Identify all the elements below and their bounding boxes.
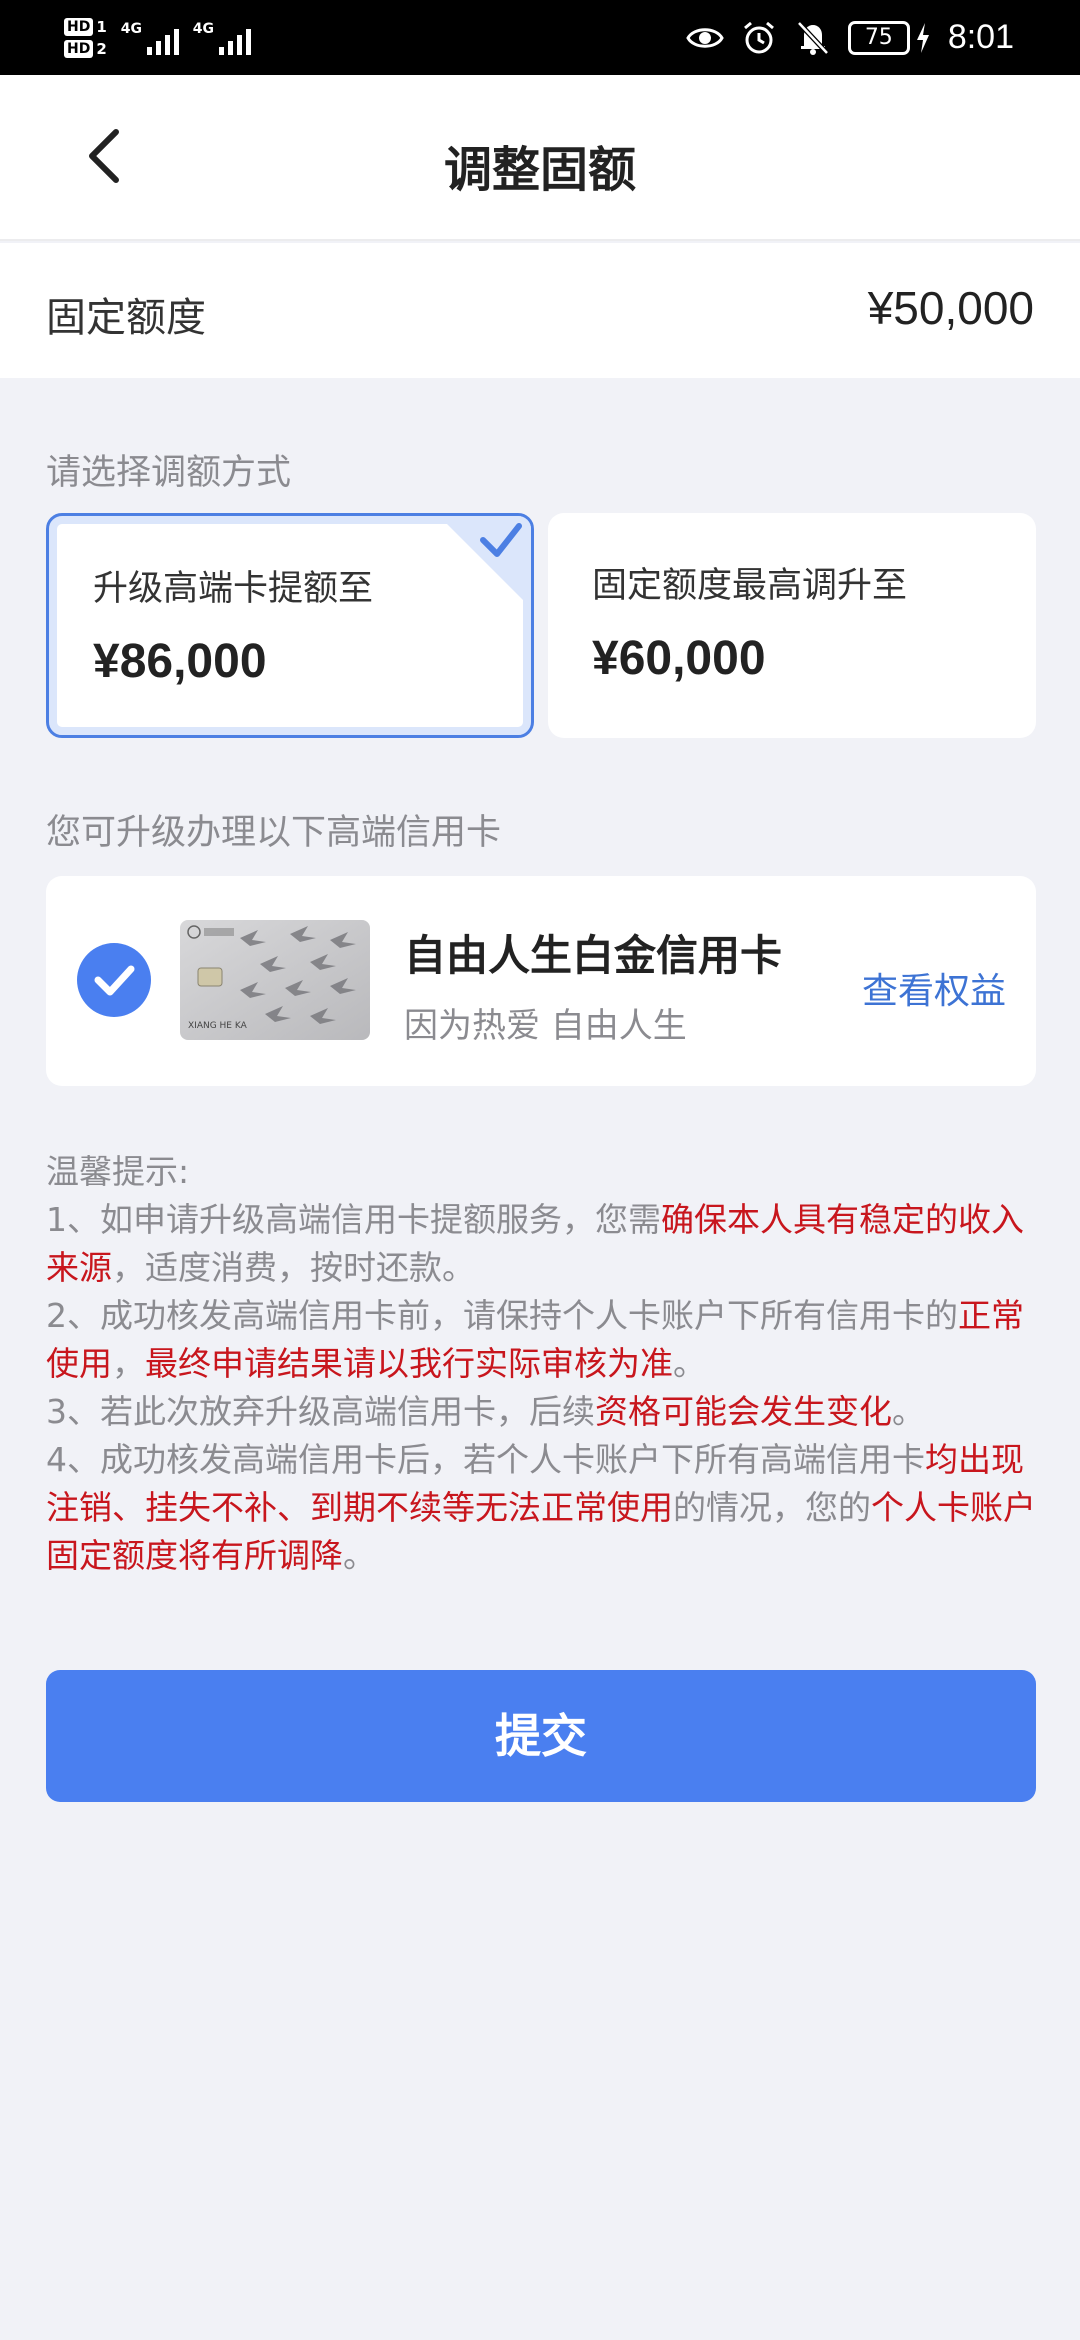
- charging-icon: [914, 19, 932, 57]
- fixed-limit-value: ¥50,000: [867, 282, 1034, 334]
- tip-text: 。: [343, 1536, 376, 1575]
- network2-label: 4G: [192, 21, 215, 37]
- card-slogan: 因为热爱 自由人生: [404, 1006, 687, 1046]
- option-value: ¥60,000: [592, 632, 766, 685]
- tip-text: 4、成功核发高端信用卡后，若个人卡账户下所有高端信用卡: [46, 1440, 925, 1479]
- sim2-indicator: HD 2: [64, 40, 107, 58]
- tip-text: 。: [892, 1392, 925, 1431]
- adjust-method-label: 请选择调额方式: [46, 453, 292, 493]
- signal-icon: 4G: [193, 21, 251, 55]
- alarm-icon: [740, 19, 778, 57]
- tip-highlight: 资格可能会发生变化: [595, 1392, 892, 1431]
- option-label: 升级高端卡提额至: [93, 569, 374, 609]
- credit-card-image: XIANG HE KA: [180, 920, 370, 1040]
- tip-item: 2、成功核发高端信用卡前，请保持个人卡账户下所有信用卡的正常使用，最终申请结果请…: [46, 1292, 1036, 1388]
- tip-text: ，适度消费，按时还款。: [112, 1248, 475, 1287]
- sim2-hd-badge: HD: [64, 40, 94, 58]
- option-value: ¥86,000: [93, 635, 267, 688]
- tips-section: 温馨提示: 1、如申请升级高端信用卡提额服务，您需确保本人具有稳定的收入来源，适…: [46, 1148, 1036, 1580]
- bell-off-icon: [794, 19, 832, 57]
- submit-button[interactable]: 提交: [46, 1670, 1036, 1802]
- page-title: 调整固额: [443, 142, 636, 198]
- tip-item: 3、若此次放弃升级高端信用卡，后续资格可能会发生变化。: [46, 1388, 1036, 1436]
- status-bar: HD 1 HD 2 4G 4G 75 8:01: [0, 0, 1080, 75]
- network1-label: 4G: [120, 21, 143, 37]
- card-list-item[interactable]: XIANG HE KA 自由人生白金信用卡 因为热爱 自由人生 查看权益: [46, 876, 1036, 1086]
- tip-text: 1、如申请升级高端信用卡提额服务，您需: [46, 1200, 661, 1239]
- tip-item: 1、如申请升级高端信用卡提额服务，您需确保本人具有稳定的收入来源，适度消费，按时…: [46, 1196, 1036, 1292]
- option-label: 固定额度最高调升至: [592, 566, 908, 606]
- tips-title: 温馨提示:: [46, 1152, 190, 1191]
- sim1-hd-badge: HD: [64, 18, 94, 36]
- app-header: 调整固额: [0, 75, 1080, 241]
- fixed-limit-row: 固定额度 ¥50,000: [0, 243, 1080, 378]
- sim2-index: 2: [96, 40, 107, 58]
- tip-text: 3、若此次放弃升级高端信用卡，后续: [46, 1392, 595, 1431]
- tip-item: 4、成功核发高端信用卡后，若个人卡账户下所有高端信用卡均出现注销、挂失不补、到期…: [46, 1436, 1036, 1580]
- card-name: 自由人生白金信用卡: [404, 931, 783, 980]
- battery-level: 75: [847, 20, 910, 55]
- check-circle-icon[interactable]: [76, 942, 152, 1018]
- upgrade-card-label: 您可升级办理以下高端信用卡: [46, 813, 502, 853]
- battery-indicator: 75: [847, 19, 932, 57]
- tip-text: ，: [112, 1344, 145, 1383]
- signal-icon: 4G: [121, 21, 179, 55]
- sim-indicators: HD 1 HD 2: [64, 18, 107, 58]
- status-bar-right: 75 8:01: [686, 0, 1014, 75]
- option-upgrade-card[interactable]: 升级高端卡提额至 ¥86,000: [46, 513, 534, 738]
- sim1-index: 1: [96, 18, 107, 36]
- card-image-text: XIANG HE KA: [188, 1021, 248, 1031]
- checkmark-icon: [439, 516, 531, 608]
- option-fixed-limit[interactable]: 固定额度最高调升至 ¥60,000: [548, 513, 1036, 738]
- view-benefits-link[interactable]: 查看权益: [862, 962, 1006, 1014]
- tip-highlight: 最终申请结果请以我行实际审核为准: [145, 1344, 673, 1383]
- eye-icon: [686, 19, 724, 57]
- tip-text: 的情况，您的: [673, 1488, 871, 1527]
- clock: 8:01: [947, 18, 1014, 56]
- tip-text: 2、成功核发高端信用卡前，请保持个人卡账户下所有信用卡的: [46, 1296, 958, 1335]
- sim1-indicator: HD 1: [64, 18, 107, 36]
- tip-text: 。: [673, 1344, 706, 1383]
- fixed-limit-label: 固定额度: [46, 295, 206, 341]
- status-bar-left: HD 1 HD 2 4G 4G: [64, 8, 251, 68]
